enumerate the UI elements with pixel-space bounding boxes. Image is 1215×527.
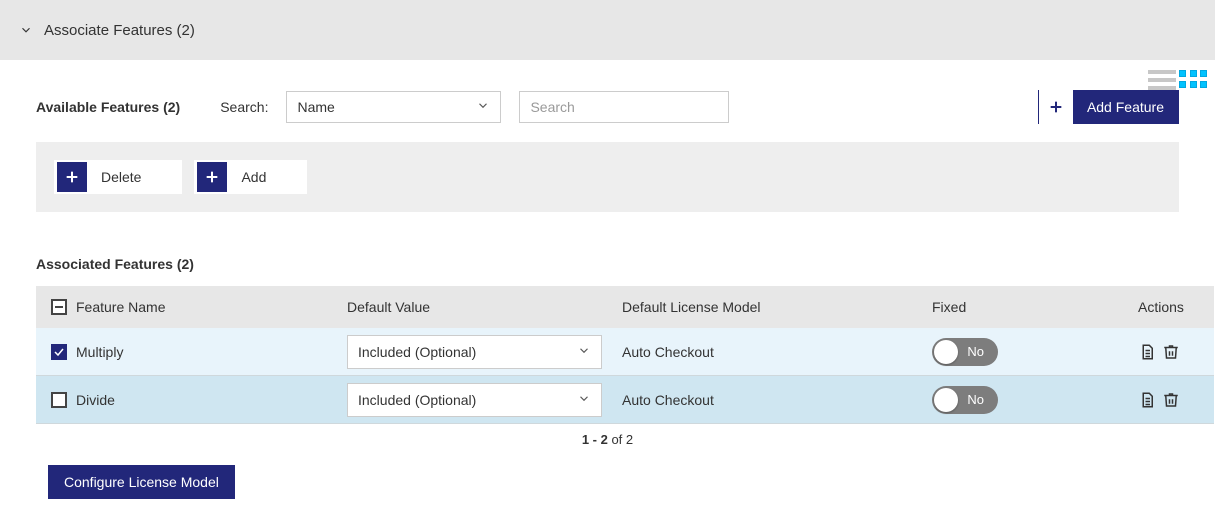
- available-features-label: Available Features (2): [36, 99, 180, 115]
- col-license-model: Default License Model: [622, 299, 932, 315]
- section-header[interactable]: Associate Features (2): [0, 0, 1215, 60]
- chevron-down-icon: [577, 343, 591, 360]
- table-row: Multiply Included (Optional) Auto Checko…: [36, 328, 1214, 376]
- default-value-select[interactable]: Included (Optional): [347, 335, 602, 369]
- plus-icon: [57, 162, 87, 192]
- chevron-down-icon: [577, 391, 591, 408]
- col-default-value: Default Value: [347, 299, 622, 315]
- search-label: Search:: [220, 99, 268, 115]
- feature-name: Multiply: [72, 344, 347, 360]
- document-icon[interactable]: [1138, 391, 1156, 409]
- plus-icon: [197, 162, 227, 192]
- section-title: Associate Features (2): [44, 22, 195, 39]
- page-range: 1 - 2: [582, 432, 608, 447]
- plus-icon: [1039, 90, 1073, 124]
- default-value-text: Included (Optional): [358, 392, 476, 408]
- grid-view-icon[interactable]: [1179, 70, 1207, 90]
- trash-icon[interactable]: [1162, 391, 1180, 409]
- feature-name: Divide: [72, 392, 347, 408]
- configure-license-model-button[interactable]: Configure License Model: [48, 465, 235, 499]
- default-value-select[interactable]: Included (Optional): [347, 383, 602, 417]
- document-icon[interactable]: [1138, 343, 1156, 361]
- associated-features-table: Feature Name Default Value Default Licen…: [36, 286, 1214, 424]
- search-input[interactable]: [519, 91, 729, 123]
- toggle-label: No: [967, 344, 984, 359]
- row-checkbox[interactable]: [51, 392, 67, 408]
- add-label: Add: [229, 169, 306, 185]
- page-of: of: [608, 432, 626, 447]
- row-checkbox[interactable]: [51, 344, 67, 360]
- col-actions: Actions: [1132, 299, 1214, 315]
- add-feature-label: Add Feature: [1073, 99, 1178, 115]
- default-value-text: Included (Optional): [358, 344, 476, 360]
- associated-features-label: Associated Features (2): [0, 212, 1215, 286]
- chevron-down-icon: [476, 99, 490, 116]
- search-by-value: Name: [297, 99, 334, 115]
- trash-icon[interactable]: [1162, 343, 1180, 361]
- delete-button[interactable]: Delete: [54, 160, 182, 194]
- chevron-down-icon: [18, 22, 34, 38]
- delete-label: Delete: [89, 169, 181, 185]
- add-button[interactable]: Add: [194, 160, 307, 194]
- fixed-toggle[interactable]: No: [932, 338, 998, 366]
- page-total: 2: [626, 432, 633, 447]
- bulk-action-bar: Delete Add: [36, 142, 1179, 212]
- col-feature-name: Feature Name: [72, 299, 347, 315]
- add-feature-button[interactable]: Add Feature: [1038, 90, 1179, 124]
- list-view-icon[interactable]: [1148, 70, 1176, 90]
- table-row: Divide Included (Optional) Auto Checkout…: [36, 376, 1214, 424]
- fixed-toggle[interactable]: No: [932, 386, 998, 414]
- col-fixed: Fixed: [932, 299, 1132, 315]
- license-model-text: Auto Checkout: [622, 392, 932, 408]
- license-model-text: Auto Checkout: [622, 344, 932, 360]
- pagination-text: 1 - 2 of 2: [0, 424, 1215, 447]
- search-by-select[interactable]: Name: [286, 91, 501, 123]
- table-header: Feature Name Default Value Default Licen…: [36, 286, 1214, 328]
- select-all-checkbox[interactable]: [51, 299, 67, 315]
- toggle-label: No: [967, 392, 984, 407]
